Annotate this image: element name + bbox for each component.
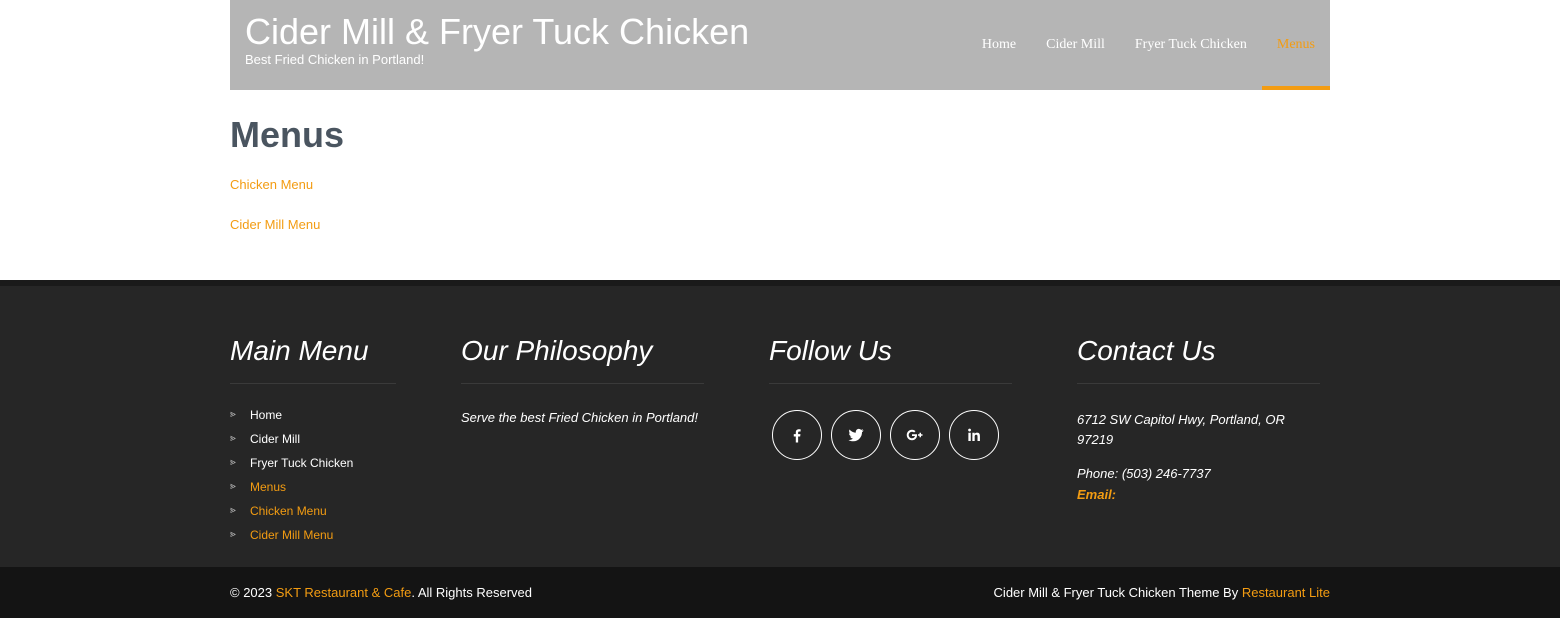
bullet-icon: ⪢ <box>230 481 236 492</box>
twitter-icon[interactable] <box>831 410 881 460</box>
address-line-2: 97219 <box>1077 432 1114 447</box>
footer-menu-item-fryer-tuck-chicken[interactable]: ⪢ Fryer Tuck Chicken <box>230 456 396 480</box>
bullet-icon: ⪢ <box>230 457 236 468</box>
bullet-icon: ⪢ <box>230 529 236 540</box>
skt-restaurant-link[interactable]: SKT Restaurant & Cafe <box>276 585 412 600</box>
social-links <box>772 410 1012 460</box>
philosophy-text: Serve the best Fried Chicken in Portland… <box>461 410 699 425</box>
linkedin-icon[interactable] <box>949 410 999 460</box>
copyright: © 2023 SKT Restaurant & Cafe. All Rights… <box>230 585 533 600</box>
chicken-menu-link[interactable]: Chicken Menu <box>230 177 313 192</box>
divider <box>1077 383 1320 384</box>
footer-contact-title: Contact Us <box>1077 335 1216 366</box>
contact-address: 6712 SW Capitol Hwy, Portland, OR 97219 <box>1077 410 1320 450</box>
page-title: Menus <box>230 114 345 155</box>
main-nav: Home Cider Mill Fryer Tuck Chicken Menus <box>967 0 1331 90</box>
footer-menu-item-menus[interactable]: ⪢ Menus <box>230 480 396 504</box>
bullet-icon: ⪢ <box>230 505 236 516</box>
cider-mill-menu-link[interactable]: Cider Mill Menu <box>230 217 320 232</box>
nav-item-cider-mill[interactable]: Cider Mill <box>1031 0 1120 90</box>
site-tagline: Best Fried Chicken in Portland! <box>245 52 425 67</box>
footer-philosophy: Our Philosophy Serve the best Fried Chic… <box>461 334 704 425</box>
contact-phone: Phone: (503) 246-7737 <box>1077 466 1211 481</box>
nav-item-home[interactable]: Home <box>967 0 1031 90</box>
footer-main-menu-title: Main Menu <box>230 335 369 366</box>
theme-credit: Cider Mill & Fryer Tuck Chicken Theme By… <box>993 585 1330 600</box>
bullet-icon: ⪢ <box>230 409 236 420</box>
site-header: Cider Mill & Fryer Tuck Chicken Best Fri… <box>230 0 1331 90</box>
contact-email-label[interactable]: Email: <box>1077 487 1320 502</box>
facebook-icon[interactable] <box>772 410 822 460</box>
footer-menu-item-home[interactable]: ⪢ Home <box>230 408 396 432</box>
bullet-icon: ⪢ <box>230 433 236 444</box>
footer-menu-item-cider-mill[interactable]: ⪢ Cider Mill <box>230 432 396 456</box>
footer-menu-item-chicken-menu[interactable]: ⪢ Chicken Menu <box>230 504 396 528</box>
footer-follow-title: Follow Us <box>769 335 892 366</box>
footer-philosophy-title: Our Philosophy <box>461 335 653 366</box>
footer-menu-item-cider-mill-menu[interactable]: ⪢ Cider Mill Menu <box>230 528 396 552</box>
footer-contact-us: Contact Us 6712 SW Capitol Hwy, Portland… <box>1077 334 1320 502</box>
footer-main-menu: Main Menu ⪢ Home ⪢ Cider Mill ⪢ Fryer Tuck … <box>230 334 396 552</box>
divider <box>769 383 1012 384</box>
footer: Main Menu ⪢ Home ⪢ Cider Mill ⪢ Fryer Tuck … <box>0 280 1560 567</box>
nav-item-menus[interactable]: Menus <box>1261 0 1331 90</box>
site-title[interactable]: Cider Mill & Fryer Tuck Chicken <box>245 12 749 52</box>
nav-item-fryer-tuck-chicken[interactable]: Fryer Tuck Chicken <box>1120 0 1262 90</box>
google-plus-icon[interactable] <box>890 410 940 460</box>
footer-follow-us: Follow Us <box>769 334 1012 460</box>
address-line-1: 6712 SW Capitol Hwy, Portland, OR <box>1077 412 1285 427</box>
divider <box>461 383 704 384</box>
divider <box>230 383 396 384</box>
bottom-bar: © 2023 SKT Restaurant & Cafe. All Rights… <box>0 567 1560 618</box>
restaurant-lite-link[interactable]: Restaurant Lite <box>1242 585 1330 600</box>
